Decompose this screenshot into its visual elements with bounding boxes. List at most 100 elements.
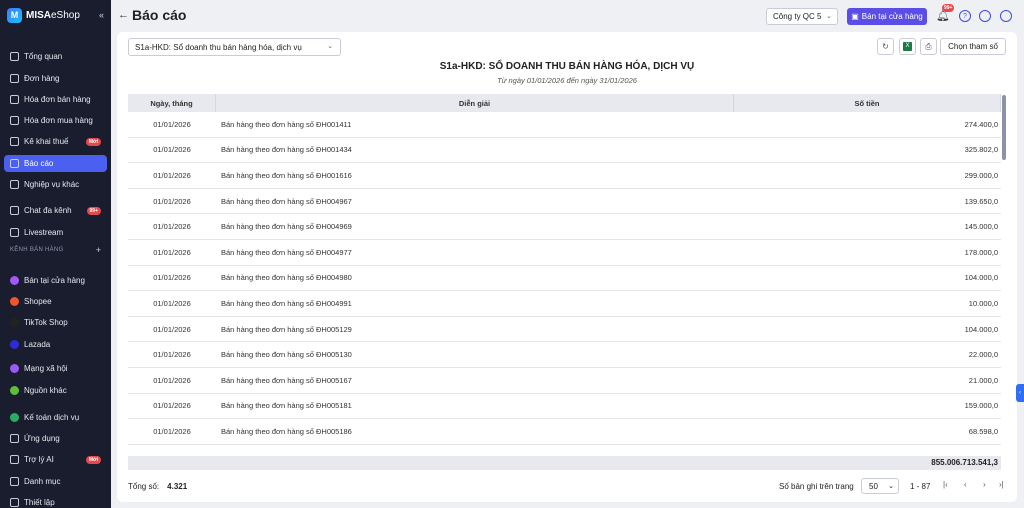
- sidebar-item-label: Kê khai thuế: [24, 137, 69, 146]
- print-button[interactable]: ⎙: [920, 38, 937, 55]
- sidebar-item-label: Báo cáo: [24, 159, 54, 168]
- table-row[interactable]: 01/01/2026 Bán hàng theo đơn hàng số ĐH00…: [128, 317, 1001, 343]
- sidebar-item-mang-xa-hoi[interactable]: Mạng xã hội: [4, 360, 107, 377]
- cell-description: Bán hàng theo đơn hàng số ĐH004991: [221, 298, 352, 308]
- livestream-icon: [10, 228, 19, 237]
- sidebar-item-label: Đơn hàng: [24, 74, 60, 83]
- table-row[interactable]: 01/01/2026 Bán hàng theo đơn hàng số ĐH00…: [128, 240, 1001, 266]
- collapse-sidebar-icon[interactable]: «: [99, 10, 104, 20]
- side-expand-tab[interactable]: ‹: [1016, 384, 1024, 402]
- cell-description: Bán hàng theo đơn hàng số ĐH001411: [221, 119, 352, 129]
- sidebar-item-label: Thiết lập: [24, 498, 55, 507]
- cell-amount: 178.000,0: [964, 247, 998, 257]
- sidebar-item-shopee[interactable]: Shopee: [4, 293, 107, 310]
- first-page-icon[interactable]: |‹: [943, 480, 948, 489]
- cell-date: 01/01/2026: [153, 375, 191, 385]
- table-row[interactable]: 01/01/2026 Bán hàng theo đơn hàng số ĐH00…: [128, 266, 1001, 292]
- sidebar-item-tro-ly-ai[interactable]: Trợ lý AI Mới: [4, 451, 107, 468]
- cell-description: Bán hàng theo đơn hàng số ĐH005167: [221, 375, 352, 385]
- cell-amount: 22.000,0: [968, 350, 998, 360]
- ban-tai-cua-hang-icon: [10, 276, 19, 285]
- store-sale-button[interactable]: ▣ Bán tại cửa hàng: [847, 8, 927, 25]
- sidebar-item-nghiep-vu-khac[interactable]: Nghiệp vụ khác: [4, 176, 107, 193]
- cell-description: Bán hàng theo đơn hàng số ĐH004977: [221, 247, 352, 257]
- per-page-label: Số bản ghi trên trang: [779, 482, 854, 491]
- nguon-khac-icon: [10, 386, 19, 395]
- last-page-icon[interactable]: ›|: [999, 480, 1004, 489]
- store-sale-button-label: Bán tại cửa hàng: [861, 12, 923, 21]
- sidebar-item-don-hang[interactable]: Đơn hàng: [4, 70, 107, 87]
- sidebar-badge: Mới: [85, 455, 101, 464]
- report-title: S1a-HKD: SỔ DOANH THU BÁN HÀNG HÓA, DỊCH…: [439, 61, 695, 72]
- next-page-icon[interactable]: ›: [983, 480, 986, 489]
- sidebar-item-tong-quan[interactable]: Tổng quan: [4, 48, 107, 65]
- cell-description: Bán hàng theo đơn hàng số ĐH004969: [221, 222, 352, 232]
- sidebar-item-lazada[interactable]: Lazada: [4, 336, 107, 353]
- cell-amount: 68.598,0: [968, 426, 998, 436]
- report-table: Ngày, tháng Diễn giải Số tiền 01/01/2026…: [128, 94, 1001, 472]
- table-row[interactable]: 01/01/2026 Bán hàng theo đơn hàng số ĐH00…: [128, 214, 1001, 240]
- cell-amount: 10.000,0: [968, 298, 998, 308]
- refresh-button[interactable]: ↻: [877, 38, 894, 55]
- lazada-icon: [10, 340, 19, 349]
- report-select[interactable]: S1a-HKD: Sổ doanh thu bán hàng hóa, dịch…: [128, 38, 341, 56]
- col-header-description: Diễn giải: [216, 94, 734, 112]
- account-icon[interactable]: [1000, 10, 1012, 22]
- cell-amount: 104.000,0: [964, 273, 998, 283]
- table-row[interactable]: 01/01/2026 Bán hàng theo đơn hàng số ĐH00…: [128, 291, 1001, 317]
- sidebar-item-hoa-don-mua-hang[interactable]: Hóa đơn mua hàng: [4, 112, 107, 129]
- table-row[interactable]: 01/01/2026 Bán hàng theo đơn hàng số ĐH00…: [128, 342, 1001, 368]
- sidebar-item-bao-cao[interactable]: Báo cáo: [4, 155, 107, 172]
- back-arrow-icon[interactable]: ←: [118, 9, 129, 21]
- sidebar-item-ban-tai-cua-hang[interactable]: Bán tại cửa hàng: [4, 272, 107, 289]
- cell-description: Bán hàng theo đơn hàng số ĐH005181: [221, 401, 352, 411]
- table-row[interactable]: 01/01/2026 Bán hàng theo đơn hàng số ĐH00…: [128, 394, 1001, 420]
- col-header-amount: Số tiền: [734, 94, 1001, 112]
- col-header-date: Ngày, tháng: [128, 94, 216, 112]
- cell-date: 01/01/2026: [153, 273, 191, 283]
- sidebar-item-thiet-lap[interactable]: Thiết lập: [4, 494, 107, 508]
- chevron-down-icon: ⌄: [888, 483, 894, 490]
- table-row[interactable]: 01/01/2026 Bán hàng theo đơn hàng số ĐH00…: [128, 138, 1001, 164]
- sidebar-item-label: TikTok Shop: [24, 318, 68, 327]
- choose-params-button[interactable]: Chọn tham số: [940, 38, 1006, 55]
- section-label-sales-channels: KÊNH BÁN HÀNG: [10, 247, 64, 253]
- ung-dung-icon: [10, 434, 19, 443]
- add-channel-icon[interactable]: +: [96, 245, 101, 255]
- tro-ly-ai-icon: [10, 455, 19, 464]
- sidebar-item-label: Nghiệp vụ khác: [24, 180, 80, 189]
- table-row[interactable]: 01/01/2026 Bán hàng theo đơn hàng số ĐH00…: [128, 189, 1001, 215]
- cell-date: 01/01/2026: [153, 196, 191, 206]
- sidebar-item-ung-dung[interactable]: Ứng dụng: [4, 430, 107, 447]
- company-select[interactable]: Công ty QC 5 ⌄: [766, 8, 838, 25]
- export-excel-button[interactable]: X: [899, 38, 916, 55]
- prev-page-icon[interactable]: ‹: [964, 480, 967, 489]
- sidebar-item-label: Livestream: [24, 228, 64, 237]
- table-row[interactable]: 01/01/2026 Bán hàng theo đơn hàng số ĐH00…: [128, 112, 1001, 138]
- cell-description: Bán hàng theo đơn hàng số ĐH005186: [221, 426, 352, 436]
- table-footer: Tổng số: 4.321 Số bản ghi trên trang 50 ⌄…: [128, 478, 1008, 496]
- sidebar-item-ke-khai-thue[interactable]: Kê khai thuế Mới: [4, 133, 107, 150]
- table-row[interactable]: 01/01/2026 Bán hàng theo đơn hàng số ĐH00…: [128, 368, 1001, 394]
- app-logo[interactable]: M MISAeShop: [0, 0, 111, 30]
- sidebar-item-chat-da-kenh[interactable]: Chat đa kênh 99+: [4, 202, 107, 219]
- table-row[interactable]: 01/01/2026 Bán hàng theo đơn hàng số ĐH00…: [128, 163, 1001, 189]
- per-page-select[interactable]: 50 ⌄: [861, 478, 899, 494]
- sidebar-item-livestream[interactable]: Livestream: [4, 224, 107, 241]
- sidebar-item-danh-muc[interactable]: Danh mục: [4, 473, 107, 490]
- sidebar-item-tiktok-shop[interactable]: TikTok Shop: [4, 314, 107, 331]
- apps-icon[interactable]: [979, 10, 991, 22]
- sidebar-item-label: Shopee: [24, 297, 52, 306]
- sidebar-item-hoa-don-ban-hang[interactable]: Hóa đơn bán hàng: [4, 91, 107, 108]
- help-icon[interactable]: ?: [959, 10, 971, 22]
- sidebar-item-label: Nguồn khác: [24, 386, 67, 395]
- refresh-icon: ↻: [882, 42, 889, 51]
- sidebar-item-nguon-khac[interactable]: Nguồn khác: [4, 382, 107, 399]
- logo-text: MISAeShop: [26, 9, 80, 21]
- sidebar-item-ke-toan-dich-vu[interactable]: Kế toán dịch vụ: [4, 409, 107, 426]
- table-row[interactable]: 01/01/2026 Bán hàng theo đơn hàng số ĐH00…: [128, 419, 1001, 445]
- cell-amount: 104.000,0: [964, 324, 998, 334]
- vertical-scrollbar[interactable]: [1002, 95, 1006, 160]
- don-hang-icon: [10, 74, 19, 83]
- chevron-down-icon: ⌄: [327, 43, 333, 50]
